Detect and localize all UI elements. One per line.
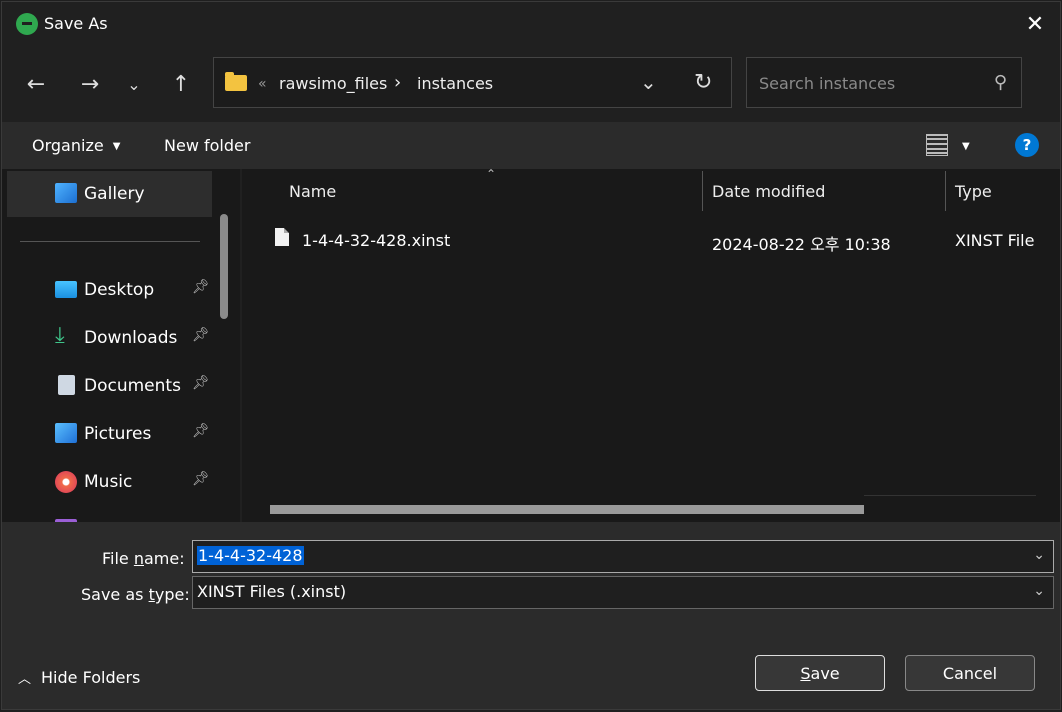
organize-label: Organize (32, 136, 104, 155)
save-type-label: Save as type: (81, 585, 190, 604)
documents-icon (58, 375, 75, 395)
forward-button[interactable]: → (72, 66, 108, 102)
breadcrumb-rawsimo-files[interactable]: rawsimo_files (279, 74, 387, 93)
sidebar-scrollbar[interactable] (220, 214, 228, 319)
up-button[interactable]: ↑ (163, 66, 199, 102)
save-as-dialog: Save As ✕ ← → ⌄ ↑ « rawsimo_files › inst… (1, 1, 1061, 710)
desktop-icon (55, 281, 77, 298)
help-icon[interactable]: ? (1015, 133, 1039, 157)
file-icon (275, 228, 289, 246)
file-row[interactable]: 1-4-4-32-428.xinst 2024-08-22 오후 10:38 X… (270, 225, 1060, 255)
navigation-pane: Gallery Desktop 📌︎ ⤓ Downloads 📌︎ Docume… (2, 169, 240, 522)
back-button[interactable]: ← (18, 66, 54, 102)
search-icon[interactable]: ⚲ (994, 72, 1007, 93)
app-icon (16, 13, 38, 35)
arrow-left-icon: ← (26, 71, 46, 97)
save-accelerator: S (800, 663, 811, 683)
close-icon: ✕ (1025, 11, 1045, 37)
save-options-panel: File name: 1-4-4-32-428 ⌄ Save as type: … (2, 522, 1060, 709)
column-header-date[interactable]: Date modified (712, 182, 825, 201)
window-title: Save As (44, 14, 108, 33)
save-type-value: XINST Files (.xinst) (197, 582, 347, 601)
navigation-bar: ← → ⌄ ↑ « rawsimo_files › instances ⌄ ↻ … (2, 46, 1060, 122)
file-name-field[interactable]: 1-4-4-32-428 ⌄ (192, 540, 1054, 573)
breadcrumb-separator[interactable]: › (394, 72, 401, 93)
file-name: 1-4-4-32-428.xinst (302, 231, 451, 250)
breadcrumb-instances[interactable]: instances (417, 74, 493, 93)
hide-folders-button[interactable]: ︿ Hide Folders (18, 668, 140, 687)
column-divider[interactable] (702, 171, 703, 211)
column-header-type[interactable]: Type (955, 182, 992, 201)
sidebar-item-videos[interactable] (7, 507, 212, 522)
sidebar-item-gallery[interactable]: Gallery (7, 171, 212, 217)
chevron-down-icon: ⌄ (127, 74, 141, 94)
close-button[interactable]: ✕ (1010, 2, 1060, 46)
save-button[interactable]: Save (755, 655, 885, 691)
scroll-track-edge (864, 495, 1036, 496)
chevron-down-icon[interactable]: ⌄ (1033, 547, 1045, 563)
save-label: ave (810, 663, 840, 683)
sidebar-item-pictures[interactable]: Pictures 📌︎ (7, 411, 212, 457)
sidebar-item-label: Music (84, 472, 133, 492)
music-icon (55, 471, 77, 493)
label-part: Save as (81, 585, 149, 604)
sidebar-item-label: Pictures (84, 424, 152, 444)
hide-folders-label: Hide Folders (41, 668, 141, 687)
pictures-icon (55, 423, 77, 443)
address-bar[interactable]: « rawsimo_files › instances ⌄ ↻ (213, 57, 732, 108)
refresh-icon[interactable]: ↻ (694, 70, 712, 95)
search-input[interactable] (757, 70, 981, 96)
sidebar-item-label: Downloads (84, 328, 178, 348)
breadcrumb-overflow[interactable]: « (258, 76, 267, 92)
arrow-up-icon: ↑ (171, 71, 191, 97)
horizontal-scrollbar[interactable] (270, 505, 864, 514)
organize-button[interactable]: Organize ▼ (32, 136, 120, 155)
file-date: 2024-08-22 오후 10:38 (712, 235, 891, 254)
sidebar-item-documents[interactable]: Documents 📌︎ (7, 363, 212, 409)
sidebar-divider (20, 241, 200, 242)
gallery-icon (55, 183, 77, 203)
sort-up-icon: ⌃ (486, 167, 497, 181)
label-part: ype: (154, 585, 190, 604)
sidebar-item-label: Gallery (84, 184, 145, 204)
pin-icon[interactable]: 📌︎ (192, 375, 210, 391)
sidebar-item-desktop[interactable]: Desktop 📌︎ (7, 267, 212, 313)
label-accelerator: n (133, 549, 144, 568)
label-part: ame: (144, 549, 185, 568)
file-name-value[interactable]: 1-4-4-32-428 (197, 546, 304, 565)
column-divider[interactable] (945, 171, 946, 211)
pin-icon[interactable]: 📌︎ (192, 327, 210, 343)
command-bar: Organize ▼ New folder ▼ ? (2, 122, 1060, 169)
download-icon: ⤓ (55, 323, 65, 348)
sidebar-item-music[interactable]: Music 📌︎ (7, 459, 212, 505)
column-header-name[interactable]: Name (289, 182, 336, 201)
title-bar: Save As ✕ (2, 2, 1060, 46)
address-dropdown-icon[interactable]: ⌄ (640, 70, 657, 94)
save-type-select[interactable]: XINST Files (.xinst) ⌄ (192, 576, 1054, 609)
recent-locations-button[interactable]: ⌄ (116, 66, 152, 102)
folder-icon (225, 72, 247, 91)
arrow-right-icon: → (80, 71, 100, 97)
sidebar-item-label: Desktop (84, 280, 155, 300)
pin-icon[interactable]: 📌︎ (192, 423, 210, 439)
cancel-button[interactable]: Cancel (905, 655, 1035, 691)
new-folder-button[interactable]: New folder (164, 136, 250, 155)
file-type: XINST File (955, 231, 1035, 250)
file-list: ⌃ Name Date modified Type 1-4-4-32-428.x… (242, 167, 1060, 522)
caret-down-icon: ▼ (112, 141, 121, 152)
pin-icon[interactable]: 📌︎ (192, 471, 210, 487)
sidebar-item-label: Documents (84, 376, 181, 396)
view-options-icon[interactable] (926, 134, 948, 156)
search-box[interactable]: ⚲ (746, 57, 1022, 108)
sidebar-item-downloads[interactable]: ⤓ Downloads 📌︎ (7, 315, 212, 361)
view-dropdown-icon[interactable]: ▼ (962, 141, 970, 152)
chevron-down-icon[interactable]: ⌄ (1033, 583, 1045, 599)
file-name-label: File name: (102, 549, 185, 568)
pin-icon[interactable]: 📌︎ (192, 279, 210, 295)
chevron-up-icon: ︿ (18, 672, 32, 687)
label-part: File (102, 549, 134, 568)
